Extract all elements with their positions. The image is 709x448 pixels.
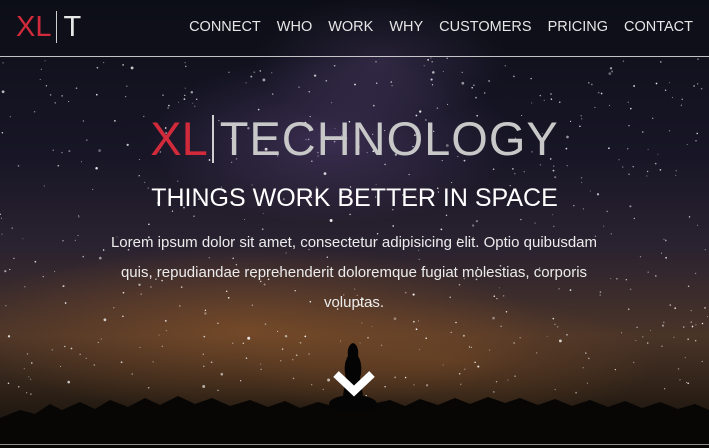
navbar: XL T CONNECT WHO WORK WHY CUSTOMERS PRIC… [0,0,709,57]
hero-logo-divider [211,115,214,163]
nav-link-work[interactable]: WORK [328,17,373,37]
nav-link-contact[interactable]: CONTACT [624,17,693,37]
brand-xl: XL [16,11,52,43]
nav-link-pricing[interactable]: PRICING [548,17,608,37]
hero-logo-xl: XL [150,112,208,165]
nav-link-connect[interactable]: CONNECT [189,17,261,37]
section-divider [0,444,709,445]
brand-divider [56,11,58,43]
chevron-down-icon [333,371,375,397]
brand-t: T [63,11,82,43]
nav-link-why[interactable]: WHY [389,17,423,37]
nav-link-who[interactable]: WHO [277,17,312,37]
scroll-down-button[interactable] [330,366,378,398]
brand-logo[interactable]: XL T [16,10,81,44]
hero-tagline: THINGS WORK BETTER IN SPACE [151,184,558,212]
hero-logo-word: TECHNOLOGY [219,112,559,165]
nav-links: CONNECT WHO WORK WHY CUSTOMERS PRICING C… [173,17,693,37]
hero-lead-text: Lorem ipsum dolor sit amet, consectetur … [110,234,598,311]
hero-logo: XL TECHNOLOGY [0,110,709,168]
nav-link-customers[interactable]: CUSTOMERS [439,17,531,37]
